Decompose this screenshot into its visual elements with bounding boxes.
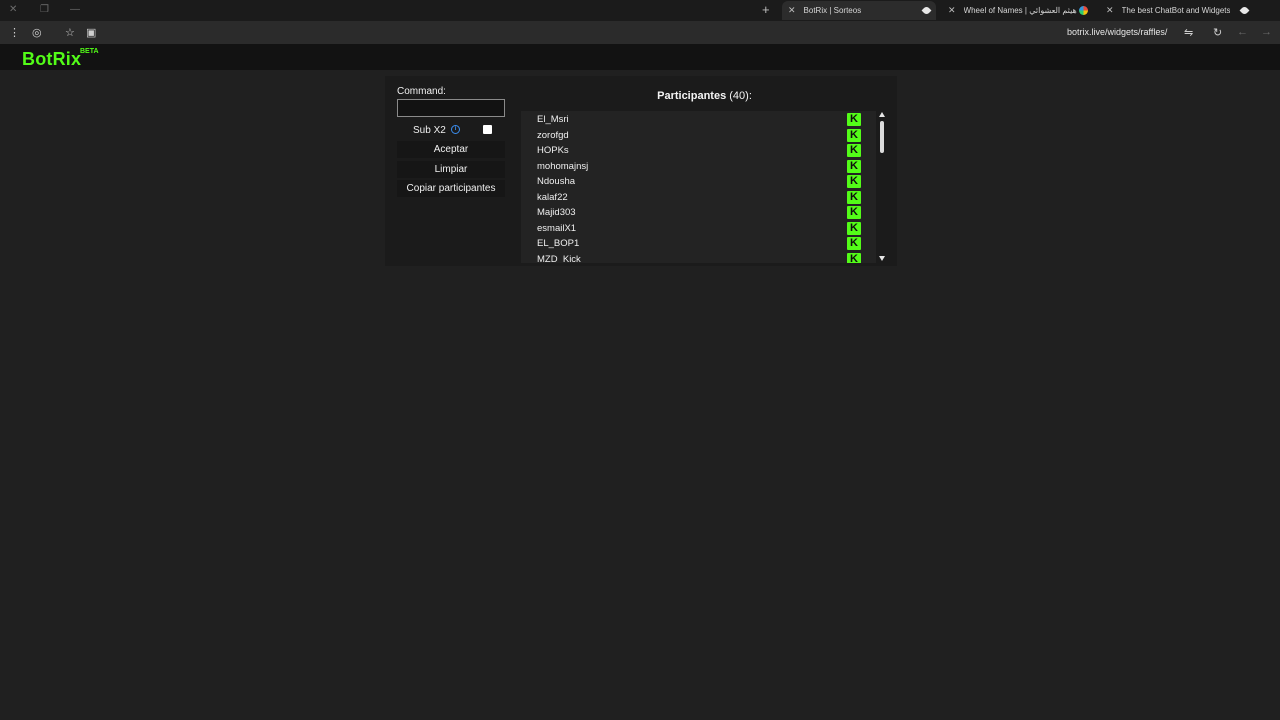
participant-name: esmailX1 [537,222,577,234]
forward-icon[interactable]: → [1261,26,1272,38]
copy-participants-button[interactable]: Copiar participantes [397,180,505,197]
tab-chatbot[interactable]: ✕ The best ChatBot and Widgets [1100,1,1254,20]
accept-button[interactable]: Aceptar [397,141,505,158]
participant-name: mohomajnsj [537,160,589,172]
botrix-favicon-icon [921,5,932,16]
shield-icon[interactable]: ◎ [32,26,42,39]
close-window-icon[interactable]: ✕ [9,4,17,15]
info-icon[interactable]: i [451,125,460,134]
participant-name: MZD_Kick [537,253,581,264]
sub-x2-row: Sub X2 i [397,122,505,138]
site-settings-icon[interactable]: ⇋ [1184,26,1193,39]
tab-title: The best ChatBot and Widgets [1121,6,1230,15]
kick-icon: K [847,144,861,157]
address-toolbar: ⋮ ◎ ☆ ▣ botrix.live/widgets/raffles/ ⇋ ↻… [0,21,1280,44]
url-bar[interactable]: botrix.live/widgets/raffles/ [1067,27,1167,37]
kick-icon: K [847,113,861,126]
tab-strip: ✕ ❐ — + ✕ BotRix | Sorteos ✕ Wheel of Na… [0,0,1280,21]
participant-name: Ndousha [537,176,576,187]
reload-icon[interactable]: ↻ [1213,26,1222,39]
participant-name: kalaf22 [537,191,568,203]
kick-icon: K [847,237,861,250]
tab-wheel-of-names[interactable]: ✕ Wheel of Names | هيثم العشوائي [942,1,1094,20]
clear-button[interactable]: Limpiar [397,161,505,178]
close-tab-icon[interactable]: ✕ [948,5,956,16]
star-icon[interactable]: ☆ [65,26,75,39]
botrix-favicon-icon [1239,5,1250,16]
extensions-icon[interactable]: ▣ [86,26,96,39]
sub-x2-checkbox[interactable] [483,125,492,134]
participant-row: El_Msri K [521,111,876,127]
menu-icon[interactable]: ⋮ [9,26,20,39]
participant-row: EL_BOP1 K [521,235,876,251]
participant-name: Majid303 [537,207,576,218]
participant-row: zorofgd K [521,127,876,143]
kick-icon: K [847,252,861,263]
scrollbar-thumb[interactable] [880,121,884,153]
participants-label: Participantes [657,90,727,102]
command-label: Command: [397,86,446,97]
new-tab-icon[interactable]: + [762,2,770,17]
participant-row: kalaf22 K [521,189,876,205]
tab-title: BotRix | Sorteos [803,6,862,15]
participants-title: Participantes (40): [522,90,887,102]
participant-row: Ndousha K [521,173,876,189]
wheel-favicon-icon [1079,6,1088,15]
tab-title: Wheel of Names | هيثم العشوائي [963,6,1077,15]
scroll-down-arrow-icon[interactable] [879,256,885,261]
participant-name: HOPKs [537,145,569,156]
botrix-logo[interactable]: BotRix [22,49,81,70]
participant-name: El_Msri [537,114,569,125]
participant-name: zorofgd [537,129,569,141]
raffle-panel: Command: Sub X2 i Aceptar Limpiar Copiar… [385,76,897,266]
participants-list[interactable]: El_Msri Kzorofgd K HOPKs Kmohomajnsj K Ndousha… [521,111,876,263]
kick-icon: K [847,175,861,188]
participant-row: esmailX1 K [521,220,876,236]
back-icon[interactable]: ← [1237,26,1248,38]
kick-icon: K [847,159,861,173]
kick-icon: K [847,190,861,204]
restore-window-icon[interactable]: ❐ [40,4,49,15]
kick-icon: K [847,221,861,235]
site-header: BotRix BETA [0,44,1280,70]
beta-badge: BETA [80,48,99,55]
sub-x2-label: Sub X2 [413,125,446,136]
minimize-window-icon[interactable]: — [70,4,80,15]
participants-count: (40): [729,90,752,102]
participant-row: HOPKs K [521,142,876,158]
participant-row: MZD_Kick K [521,251,876,264]
participant-row: Majid303 K [521,204,876,220]
close-tab-icon[interactable]: ✕ [788,5,796,16]
close-tab-icon[interactable]: ✕ [1106,5,1114,16]
participant-name: EL_BOP1 [537,238,580,249]
participant-row: mohomajnsj K [521,158,876,174]
kick-icon: K [847,128,861,142]
scroll-up-arrow-icon[interactable] [879,112,885,117]
command-input[interactable] [397,99,505,117]
tab-botrix[interactable]: ✕ BotRix | Sorteos [782,1,936,20]
kick-icon: K [847,206,861,219]
